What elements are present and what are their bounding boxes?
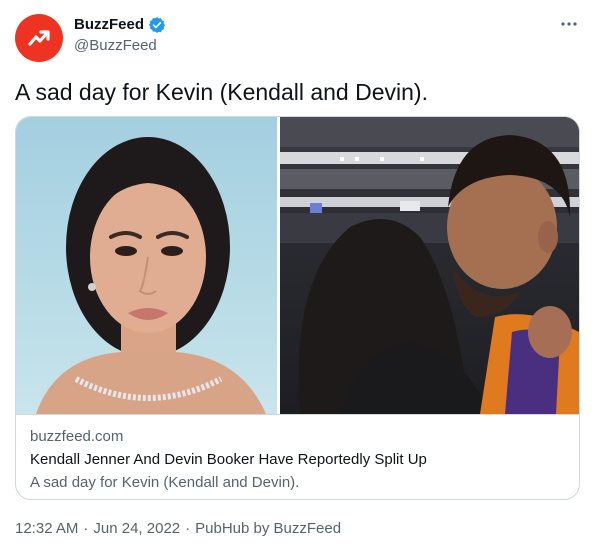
more-options-button[interactable]	[559, 14, 579, 34]
card-photo-left	[16, 117, 277, 414]
link-card[interactable]: buzzfeed.com Kendall Jenner And Devin Bo…	[15, 116, 580, 500]
avatar[interactable]	[15, 14, 63, 62]
account-display-name[interactable]: BuzzFeed	[74, 15, 166, 35]
tweet-date-link[interactable]: Jun 24, 2022	[93, 519, 180, 539]
footer-separator: ·	[83, 520, 89, 537]
footer-separator: ·	[185, 520, 191, 537]
tweet-source-link[interactable]: PubHub by BuzzFeed	[195, 519, 341, 539]
tweet-header: BuzzFeed @BuzzFeed	[0, 0, 597, 70]
tweet-time-link[interactable]: 12:32 AM	[15, 519, 78, 539]
card-description: A sad day for Kevin (Kendall and Devin).	[30, 474, 300, 491]
verified-badge-icon	[148, 16, 166, 34]
card-domain: buzzfeed.com	[30, 428, 124, 445]
tweet-footer: 12:32 AM · Jun 24, 2022 · PubHub by Buzz…	[15, 519, 341, 539]
tweet-text: A sad day for Kevin (Kendall and Devin).	[15, 79, 428, 105]
card-meta: buzzfeed.com Kendall Jenner And Devin Bo…	[30, 427, 570, 493]
account-handle[interactable]: @BuzzFeed	[74, 36, 166, 56]
arena-illustration	[280, 117, 579, 414]
buzzfeed-trending-arrow-icon	[28, 30, 50, 46]
card-image[interactable]	[16, 117, 579, 415]
card-photo-right	[280, 117, 579, 414]
more-options-icon	[561, 22, 577, 26]
portrait-illustration	[36, 137, 266, 414]
card-title[interactable]: Kendall Jenner And Devin Booker Have Rep…	[30, 450, 570, 470]
account-name-block: BuzzFeed @BuzzFeed	[74, 15, 166, 56]
display-name-text[interactable]: BuzzFeed	[74, 15, 144, 35]
